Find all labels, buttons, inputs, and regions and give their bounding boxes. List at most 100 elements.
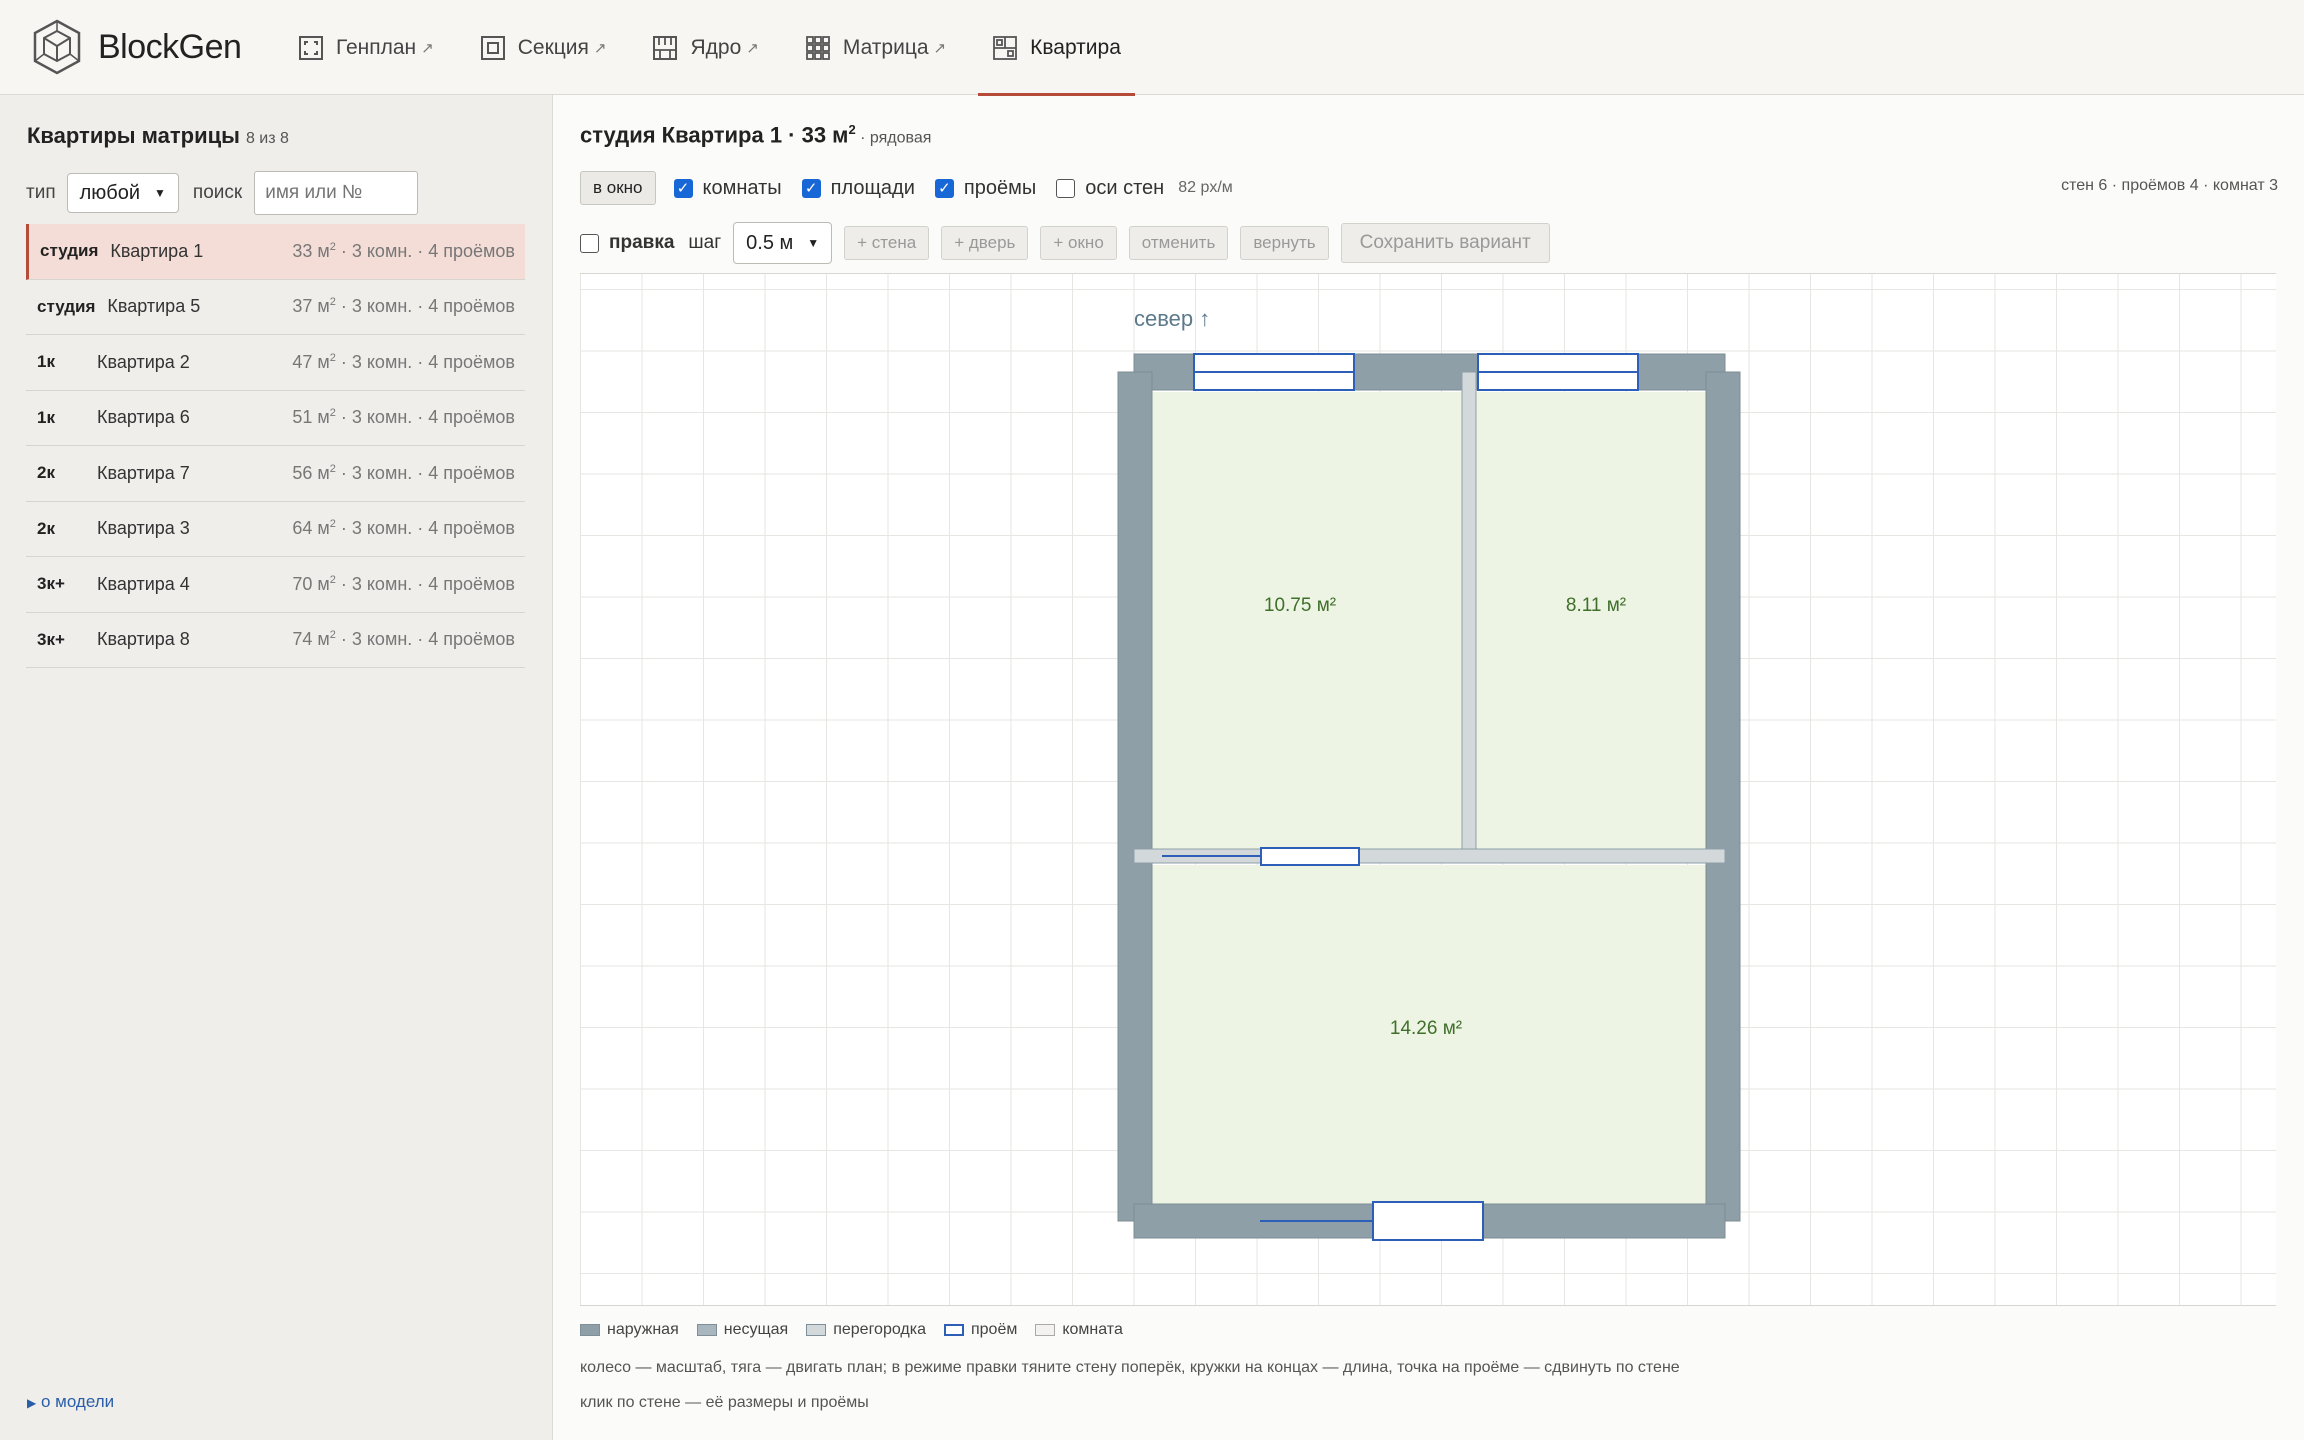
triangle-right-icon: ▶ — [27, 1396, 37, 1410]
help-text: клик по стене — её размеры и проёмы — [580, 1394, 869, 1411]
filter-row: тип любой ▼ поиск — [26, 171, 419, 215]
external-link-icon: ↗ — [593, 39, 607, 57]
legend-swatch — [696, 1324, 717, 1336]
room-area-label: 10.75 м² — [1264, 595, 1336, 616]
outer-wall-west[interactable] — [1117, 371, 1153, 1222]
main-nav: Генплан ↗ Секция ↗ Ядро ↗ Матрица ↗ Квартира — [284, 0, 1153, 96]
apartment-type: 1к — [37, 352, 55, 372]
edit-mode-checkbox[interactable] — [580, 233, 599, 253]
app-name: BlockGen — [98, 27, 242, 66]
apartment-info: 51 м2 · 3 комн. · 4 проёмов — [292, 407, 515, 428]
about-model-toggle[interactable]: ▶ о модели — [27, 1392, 114, 1412]
help-text: колесо — масштаб, тяга — двигать план; в… — [580, 1359, 1680, 1376]
redo-button[interactable]: вернуть — [1240, 226, 1329, 260]
apartment-name: Квартира 4 — [97, 573, 190, 594]
step-select-value: 0.5 м — [746, 231, 794, 254]
type-select[interactable]: любой ▼ — [66, 173, 179, 213]
edit-label: правка — [609, 232, 675, 253]
nav-label: Ядро — [690, 35, 742, 59]
apartment-name: Квартира 1 — [110, 240, 204, 261]
wall-axes-label: оси стен — [1085, 176, 1165, 199]
list-item[interactable]: студия Квартира 1 33 м2 · 3 комн. · 4 пр… — [26, 224, 525, 280]
nav-apartment[interactable]: Квартира — [978, 0, 1135, 96]
apartment-details: · 3 комн. · 4 проёмов — [335, 462, 515, 483]
apartment-details: · 3 комн. · 4 проёмов — [335, 296, 515, 317]
room-3[interactable] — [1150, 865, 1707, 1221]
apartment-details: · 3 комн. · 4 проёмов — [335, 629, 515, 650]
apartment-area: 47 м — [292, 351, 330, 372]
apartment-area: 51 м — [292, 407, 330, 428]
apartment-sidebar: Квартиры матрицы 8 из 8 тип любой ▼ поиск… — [0, 95, 553, 1440]
apartment-area: 74 м — [292, 629, 330, 650]
apartment-area: 37 м — [292, 296, 330, 317]
north-label: север ↑ — [1134, 306, 1210, 331]
window-opening[interactable] — [1477, 353, 1639, 391]
apartment-subtitle: · рядовая — [855, 129, 932, 147]
window-opening[interactable] — [1193, 353, 1355, 391]
nav-core[interactable]: Ядро ↗ — [638, 0, 772, 95]
step-select[interactable]: 0.5 м ▼ — [733, 222, 833, 264]
list-item[interactable]: 2к Квартира 7 56 м2 · 3 комн. · 4 проёмо… — [26, 446, 525, 502]
nav-section[interactable]: Секция ↗ — [466, 0, 621, 95]
legend-label: проём — [970, 1321, 1018, 1338]
scale-readout: 82 px/м — [1178, 179, 1233, 196]
save-variant-button[interactable]: Сохранить вариант — [1340, 223, 1550, 263]
legend-label: перегородка — [833, 1321, 926, 1338]
external-link-icon: ↗ — [421, 39, 434, 57]
openings-label: проёмы — [963, 176, 1037, 199]
undo-button[interactable]: отменить — [1128, 226, 1229, 260]
rooms-checkbox[interactable]: ✓ — [673, 178, 693, 198]
list-item[interactable]: 1к Квартира 6 51 м2 · 3 комн. · 4 проёмо… — [26, 391, 525, 446]
room-1[interactable] — [1150, 392, 1463, 856]
openings-checkbox[interactable]: ✓ — [934, 178, 954, 198]
legend-bearing: несущая — [696, 1321, 788, 1339]
fit-to-window-button[interactable]: в окно — [580, 171, 656, 205]
external-link-icon: ↗ — [746, 39, 759, 57]
partition-vertical[interactable] — [1461, 371, 1477, 855]
site-plan-icon — [299, 35, 323, 60]
room-area-label: 8.11 м² — [1566, 595, 1626, 616]
apartment-name: Квартира 6 — [97, 407, 190, 428]
legend-outer: наружная — [580, 1321, 679, 1339]
search-input[interactable] — [254, 171, 419, 215]
step-label: шаг — [688, 232, 722, 253]
type-label: тип — [26, 182, 56, 203]
legend-room: комната — [1035, 1321, 1123, 1339]
outer-wall-east[interactable] — [1705, 371, 1741, 1222]
add-door-button[interactable]: + дверь — [941, 226, 1029, 260]
apartment-name: Квартира 5 — [107, 296, 201, 317]
wall-axes-checkbox[interactable] — [1056, 178, 1076, 198]
apartment-details: · 3 комн. · 4 проёмов — [335, 518, 515, 539]
apartment-icon — [993, 35, 1018, 60]
list-item[interactable]: 2к Квартира 3 64 м2 · 3 комн. · 4 проёмо… — [26, 502, 525, 557]
apartment-info: 47 м2 · 3 комн. · 4 проёмов — [292, 351, 515, 372]
apartment-type: 2к — [37, 518, 55, 538]
plan-canvas[interactable]: север ↑ 10.75 м² 8.11 м² 14.26 м² — [580, 273, 2276, 1306]
legend-swatch — [580, 1324, 600, 1336]
apartment-type: 2к — [37, 463, 55, 483]
add-wall-button[interactable]: + стена — [844, 226, 930, 260]
areas-checkbox[interactable]: ✓ — [801, 178, 821, 198]
list-item[interactable]: 3к+ Квартира 4 70 м2 · 3 комн. · 4 проём… — [26, 557, 525, 613]
legend-label: комната — [1062, 1321, 1123, 1338]
apartment-type: 1к — [37, 407, 55, 427]
room-2[interactable] — [1476, 392, 1707, 856]
legend-opening: проём — [943, 1321, 1018, 1339]
apartment-type: студия — [40, 241, 99, 261]
app-logo[interactable]: BlockGen — [32, 19, 242, 75]
add-window-button[interactable]: + окно — [1040, 226, 1117, 260]
cube-logo-icon — [33, 19, 81, 75]
section-icon — [480, 35, 505, 60]
list-item[interactable]: студия Квартира 5 37 м2 · 3 комн. · 4 пр… — [26, 280, 525, 335]
sidebar-title-text: Квартиры матрицы — [27, 123, 240, 148]
about-label: о модели — [40, 1392, 115, 1411]
nav-matrix[interactable]: Матрица ↗ — [791, 0, 960, 95]
list-item[interactable]: 1к Квартира 2 47 м2 · 3 комн. · 4 проёмо… — [26, 335, 525, 391]
floor-plan[interactable]: север ↑ 10.75 м² 8.11 м² 14.26 м² — [580, 274, 2276, 1307]
list-item[interactable]: 3к+ Квартира 8 74 м2 · 3 комн. · 4 проём… — [26, 613, 525, 668]
apartment-name: Квартира 8 — [97, 629, 190, 650]
view-controls: в окно ✓ комнаты ✓ площади ✓ проёмы оси сте… — [580, 171, 1233, 205]
nav-site-plan[interactable]: Генплан ↗ — [284, 0, 448, 95]
areas-label: площади — [830, 176, 915, 199]
apartment-area: 56 м — [292, 462, 330, 483]
